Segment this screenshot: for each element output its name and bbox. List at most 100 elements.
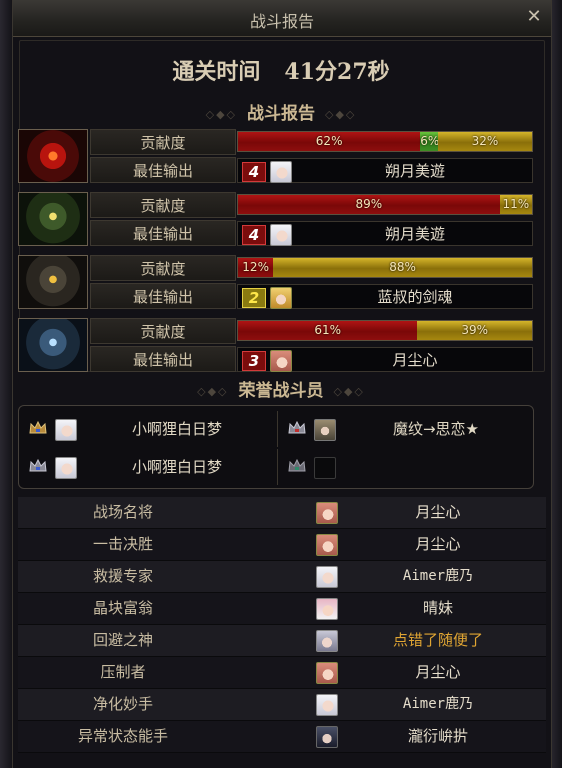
contribution-row: 贡献度 62% 6% 32% bbox=[90, 129, 533, 156]
green-helmet-portrait-icon[interactable] bbox=[18, 192, 88, 246]
player-face-icon[interactable] bbox=[316, 662, 338, 684]
gold-helmet-portrait-icon[interactable] bbox=[18, 255, 88, 309]
contribution-segment-red: 12% bbox=[238, 258, 274, 277]
crown-icon bbox=[288, 459, 306, 472]
honor-player-name: 小啊狸白日梦 bbox=[131, 458, 222, 476]
report-section-title: ◇◆◇ 战斗报告 ◇◆◇ bbox=[0, 99, 562, 124]
best-output-name: 月尘心 bbox=[392, 351, 438, 369]
honor-title-text: 荣誉战斗员 bbox=[238, 381, 324, 401]
player-block: 贡献度 61% 39% 最佳输出 3 月尘心 bbox=[18, 318, 533, 374]
close-icon[interactable]: ✕ bbox=[523, 6, 545, 28]
red-helmet-portrait-icon[interactable] bbox=[18, 129, 88, 183]
contribution-segment-red: 62% bbox=[238, 132, 421, 151]
award-row: 压制者 月尘心 bbox=[18, 657, 546, 689]
player-face-icon[interactable] bbox=[316, 694, 338, 716]
award-player-name[interactable]: 晴妹 bbox=[348, 593, 528, 624]
crown-icon bbox=[29, 459, 47, 472]
player-face-icon[interactable] bbox=[316, 598, 338, 620]
contribution-label: 贡献度 bbox=[90, 192, 236, 218]
contribution-segment-gold: 11% bbox=[499, 195, 532, 214]
player-face-icon bbox=[270, 224, 292, 246]
award-row: 一击决胜 月尘心 bbox=[18, 529, 546, 561]
contribution-segment-gold: 32% bbox=[437, 132, 532, 151]
honor-player-name: 魔纹→思恋★ bbox=[392, 420, 480, 438]
rank-badge-icon: 3 bbox=[242, 351, 266, 371]
contribution-percent: 39% bbox=[461, 323, 488, 337]
award-row: 救援专家 Aimer鹿乃 bbox=[18, 561, 546, 593]
contribution-row: 贡献度 12% 88% bbox=[90, 255, 533, 282]
contribution-bar: 62% 6% 32% bbox=[237, 131, 533, 152]
contribution-percent: 88% bbox=[389, 260, 416, 274]
contribution-label: 贡献度 bbox=[90, 318, 236, 344]
best-output-row: 最佳输出 4 朔月美遊 bbox=[90, 157, 533, 184]
clear-time: 通关时间 41分27秒 bbox=[0, 54, 562, 86]
award-row: 战场名将 月尘心 bbox=[18, 497, 546, 529]
contribution-row: 贡献度 89% 11% bbox=[90, 192, 533, 219]
window-titlebar[interactable]: 战斗报告 ✕ bbox=[13, 0, 551, 37]
contribution-bar: 61% 39% bbox=[237, 320, 533, 341]
rank-badge-icon: 4 bbox=[242, 162, 266, 182]
award-player-name[interactable]: Aimer鹿乃 bbox=[348, 689, 528, 720]
best-output-name: 朔月美遊 bbox=[384, 225, 445, 243]
honor-player[interactable] bbox=[277, 449, 532, 485]
player-block: 贡献度 62% 6% 32% 最佳输出 4 朔月美遊 bbox=[18, 129, 533, 185]
best-output-label: 最佳输出 bbox=[90, 283, 236, 309]
award-player-name[interactable]: 月尘心 bbox=[348, 529, 528, 560]
honor-player[interactable]: 小啊狸白日梦 bbox=[19, 411, 273, 447]
award-list: 战场名将 月尘心 一击决胜 月尘心 救援专家 Aimer鹿乃 晶块富翁 晴妹 回避之神 点错了随便… bbox=[18, 497, 546, 753]
award-player-name[interactable]: 月尘心 bbox=[348, 657, 528, 688]
contribution-percent: 62% bbox=[315, 134, 343, 148]
award-title: 回避之神 bbox=[92, 631, 153, 649]
player-face-icon bbox=[270, 287, 292, 309]
best-output-row: 最佳输出 2 蓝叔的剑魂 bbox=[90, 283, 533, 310]
award-title: 战场名将 bbox=[92, 503, 153, 521]
player-face-icon[interactable] bbox=[316, 726, 338, 748]
best-output-player[interactable]: 4 朔月美遊 bbox=[237, 158, 533, 183]
player-face-icon bbox=[270, 350, 292, 372]
ornament-icon: ◇◆◇ bbox=[333, 385, 365, 398]
player-face-icon[interactable] bbox=[316, 566, 338, 588]
award-player-name[interactable]: Aimer鹿乃 bbox=[348, 561, 528, 592]
award-row: 晶块富翁 晴妹 bbox=[18, 593, 546, 625]
award-player-name[interactable]: 点错了随便了 bbox=[348, 625, 528, 656]
ornament-icon: ◇◆◇ bbox=[205, 108, 237, 121]
player-block: 贡献度 12% 88% 最佳输出 2 蓝叔的剑魂 bbox=[18, 255, 533, 311]
clear-time-label: 通关时间 bbox=[172, 59, 261, 85]
blue-helmet-portrait-icon[interactable] bbox=[18, 318, 88, 372]
best-output-label: 最佳输出 bbox=[90, 157, 236, 183]
crown-icon bbox=[29, 421, 47, 434]
clear-time-value: 41分27秒 bbox=[284, 59, 390, 85]
player-face-icon[interactable] bbox=[316, 502, 338, 524]
award-row: 回避之神 点错了随便了 bbox=[18, 625, 546, 657]
player-block: 贡献度 89% 11% 最佳输出 4 朔月美遊 bbox=[18, 192, 533, 248]
contribution-percent: 6% bbox=[420, 134, 440, 148]
best-output-name: 朔月美遊 bbox=[384, 162, 445, 180]
best-output-player[interactable]: 3 月尘心 bbox=[237, 347, 533, 372]
ornament-icon: ◇◆◇ bbox=[325, 108, 357, 121]
ornament-icon: ◇◆◇ bbox=[197, 385, 229, 398]
best-output-label: 最佳输出 bbox=[90, 346, 236, 372]
contribution-percent: 61% bbox=[314, 323, 341, 337]
player-face-icon bbox=[270, 161, 292, 183]
best-output-player[interactable]: 4 朔月美遊 bbox=[237, 221, 533, 246]
rank-badge-icon: 4 bbox=[242, 225, 266, 245]
player-face-icon[interactable] bbox=[316, 534, 338, 556]
award-title: 异常状态能手 bbox=[77, 727, 168, 745]
honor-player[interactable]: 魔纹→思恋★ bbox=[277, 411, 532, 447]
contribution-percent: 11% bbox=[502, 197, 530, 211]
award-title: 压制者 bbox=[100, 663, 146, 681]
contribution-segment-red: 89% bbox=[238, 195, 500, 214]
award-row: 净化妙手 Aimer鹿乃 bbox=[18, 689, 546, 721]
honor-player[interactable]: 小啊狸白日梦 bbox=[19, 449, 273, 485]
award-player-name[interactable]: 月尘心 bbox=[348, 497, 528, 528]
player-face-icon[interactable] bbox=[316, 630, 338, 652]
rank-badge-icon: 2 bbox=[242, 288, 266, 308]
honor-box: 小啊狸白日梦 魔纹→思恋★ 小啊狸白日梦 bbox=[18, 405, 534, 489]
best-output-player[interactable]: 2 蓝叔的剑魂 bbox=[237, 284, 533, 309]
empty-slot-icon bbox=[314, 457, 336, 479]
honor-section-title: ◇◆◇ 荣誉战斗员 ◇◆◇ bbox=[0, 376, 562, 401]
player-face-icon bbox=[314, 419, 336, 441]
award-player-name[interactable]: 瀧衍峅扸 bbox=[348, 721, 528, 752]
contribution-percent: 89% bbox=[355, 197, 383, 211]
contribution-percent: 32% bbox=[471, 134, 499, 148]
